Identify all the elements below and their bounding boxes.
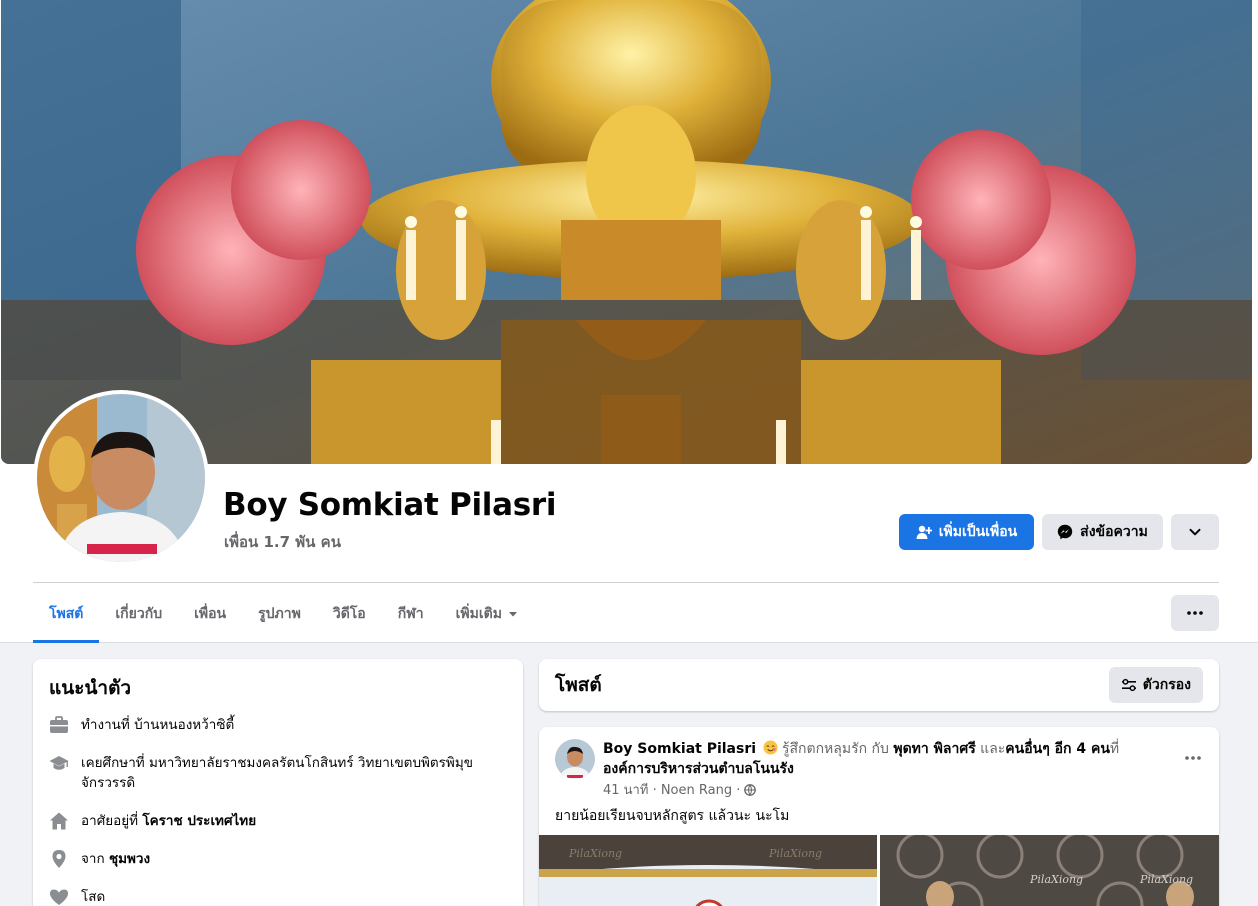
tab-sports[interactable]: กีฬา — [382, 585, 440, 643]
tab-label: วิดีโอ — [332, 606, 366, 622]
post-tagged-person[interactable]: พุดทา พิลาศรี — [893, 741, 975, 757]
post-feeling: รู้สึกตกหลุมรัก กับ — [777, 741, 894, 757]
tab-about[interactable]: เกี่ยวกับ — [99, 585, 178, 643]
profile-options-button[interactable] — [1171, 595, 1219, 631]
person-plus-icon — [916, 525, 932, 539]
profile-tabs: โพสต์ เกี่ยวกับ เพื่อน รูปภาพ วิดีโอ กีฬ… — [33, 585, 534, 643]
post-place-link[interactable]: องค์การบริหารส่วนตำบลโนนรัง — [603, 761, 794, 777]
from-value[interactable]: ชุมพวง — [109, 851, 150, 867]
house-icon — [50, 812, 68, 830]
message-button[interactable]: ส่งข้อความ — [1042, 514, 1163, 550]
tab-friends[interactable]: เพื่อน — [178, 585, 242, 643]
chevron-down-icon — [1189, 528, 1201, 536]
avatar — [37, 394, 205, 562]
globe-icon — [744, 783, 757, 796]
more-actions-button[interactable] — [1171, 514, 1219, 550]
post-author-name[interactable]: Boy Somkiat Pilasri — [603, 741, 756, 757]
pin-icon — [52, 850, 66, 868]
profile-name: Boy Somkiat Pilasri — [223, 487, 557, 523]
profile-picture[interactable] — [33, 390, 209, 566]
smiling-face-icon — [762, 740, 778, 755]
intro-from: จาก ชุมพวง — [49, 849, 507, 869]
messenger-icon — [1057, 524, 1073, 540]
tab-label: เพิ่มเติม — [455, 606, 502, 622]
study-prefix: เคยศึกษาที่ — [81, 755, 149, 771]
work-prefix: ทำงานที่ — [81, 717, 135, 733]
posts-title: โพสต์ — [555, 674, 602, 696]
message-label: ส่งข้อความ — [1080, 524, 1148, 540]
work-value[interactable]: บ้านหนองหว้าซิตี้ — [134, 717, 234, 733]
post-photo-watermark: PilaXiong — [768, 847, 822, 860]
intro-relationship: โสด — [49, 887, 507, 906]
add-friend-button[interactable]: เพิ่มเป็นเพื่อน — [899, 514, 1034, 550]
intro-study: เคยศึกษาที่ มหาวิทยาลัยราชมงคลรัตนโกสินท… — [49, 753, 507, 793]
cover-image — [1, 0, 1252, 464]
tab-label: โพสต์ — [49, 606, 84, 622]
post-card: Boy Somkiat Pilasri รู้สึกตกหลุมรัก กับ … — [539, 727, 1219, 906]
post-and: และ — [975, 741, 1006, 757]
post-others-link[interactable]: คนอื่นๆ อีก 4 คน — [1005, 741, 1110, 757]
post-photo-watermark: PilaXiong — [568, 847, 622, 860]
post-photo[interactable]: PilaXiong PilaXiong — [539, 835, 877, 906]
post-photo-watermark: PilaXiong — [1139, 873, 1193, 886]
friends-count[interactable]: เพื่อน 1.7 พัน คน — [224, 530, 341, 554]
tab-label: เพื่อน — [194, 606, 227, 622]
intro-card: แนะนำตัว ทำงานที่ บ้านหนองหว้าซิตี้ เคยศ… — [33, 659, 523, 906]
ellipsis-icon — [1187, 611, 1203, 615]
intro-title: แนะนำตัว — [49, 677, 132, 699]
post-at: ที่ — [1109, 741, 1120, 757]
intro-work: ทำงานที่ บ้านหนองหว้าซิตี้ — [49, 715, 507, 735]
tab-more[interactable]: เพิ่มเติม — [440, 585, 534, 643]
tab-videos[interactable]: วิดีโอ — [317, 585, 382, 643]
tab-label: กีฬา — [397, 606, 424, 622]
post-author-avatar[interactable] — [555, 739, 595, 779]
filter-button[interactable]: ตัวกรอง — [1108, 667, 1203, 703]
post-options-button[interactable] — [1185, 745, 1201, 764]
post-photo-watermark: PilaXiong — [1029, 873, 1083, 886]
cover-photo[interactable] — [1, 0, 1252, 464]
filter-label: ตัวกรอง — [1142, 677, 1191, 693]
lives-value[interactable]: โคราช ประเทศไทย — [142, 813, 256, 829]
sliders-icon — [1121, 678, 1136, 692]
header-divider — [33, 582, 1219, 583]
caret-down-icon — [509, 612, 517, 617]
tab-label: รูปภาพ — [258, 606, 301, 622]
tab-posts[interactable]: โพสต์ — [33, 585, 100, 643]
ellipsis-icon — [1185, 756, 1201, 760]
from-prefix: จาก — [81, 851, 109, 867]
relationship-value: โสด — [81, 889, 106, 905]
lives-prefix: อาศัยอยู่ที่ — [81, 813, 143, 829]
graduation-cap-icon — [49, 756, 69, 770]
post-meta: 41 นาที · Noen Rang · — [603, 779, 757, 800]
heart-icon — [50, 889, 68, 905]
intro-lives: อาศัยอยู่ที่ โคราช ประเทศไทย — [49, 811, 507, 831]
tab-photos[interactable]: รูปภาพ — [242, 585, 317, 643]
post-text: ยายน้อยเรียนจบหลักสูตร แล้วนะ นะโม — [555, 808, 790, 824]
tab-label: เกี่ยวกับ — [115, 606, 163, 622]
post-header-text: Boy Somkiat Pilasri รู้สึกตกหลุมรัก กับ … — [603, 739, 1163, 779]
posts-header: โพสต์ ตัวกรอง — [539, 659, 1219, 711]
add-friend-label: เพิ่มเป็นเพื่อน — [938, 524, 1018, 540]
post-photo[interactable]: PilaXiong PilaXiong — [880, 835, 1219, 906]
post-time[interactable]: 41 นาที · Noen Rang · — [603, 779, 740, 800]
briefcase-icon — [50, 716, 68, 733]
